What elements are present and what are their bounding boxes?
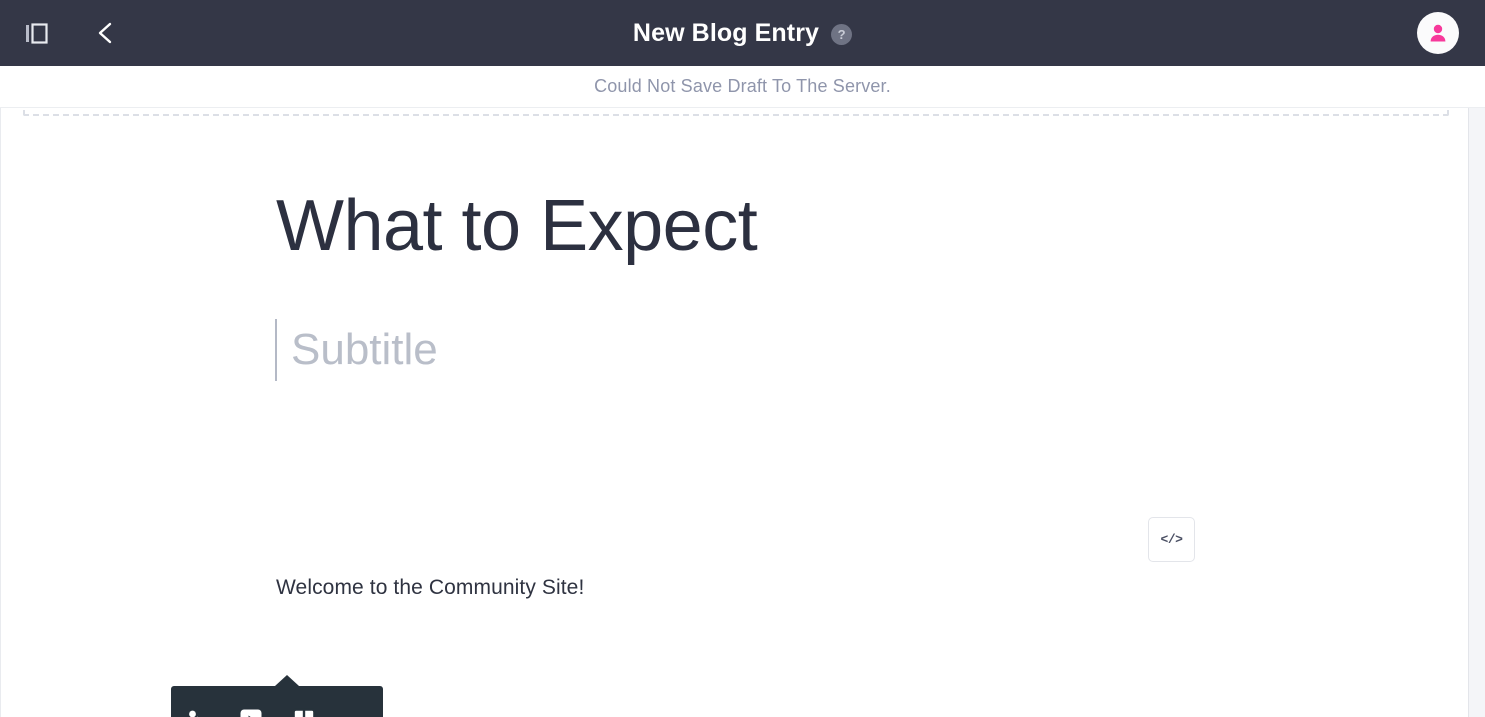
header-title-group: New Blog Entry ? xyxy=(0,0,1485,66)
insert-image-button[interactable] xyxy=(183,705,213,717)
back-button[interactable] xyxy=(86,13,126,53)
app-header: New Blog Entry ? xyxy=(0,0,1485,66)
code-icon: </> xyxy=(1160,532,1183,547)
insert-video-button[interactable] xyxy=(236,705,266,717)
insert-divider-button[interactable] xyxy=(342,705,372,717)
post-title[interactable]: What to Expect xyxy=(276,190,758,262)
header-left-group xyxy=(0,13,126,53)
subtitle-placeholder: Subtitle xyxy=(291,325,438,374)
divider-icon xyxy=(344,708,370,717)
image-icon xyxy=(188,710,198,717)
body-paragraph[interactable]: Welcome to the Community Site! xyxy=(276,576,584,600)
user-person-icon xyxy=(1430,24,1446,42)
back-chevron-icon xyxy=(98,22,112,44)
code-block-button[interactable]: </> xyxy=(1148,517,1195,562)
vertical-scrollbar[interactable] xyxy=(1468,108,1485,717)
notification-message: Could Not Save Draft To The Server. xyxy=(594,76,891,96)
insert-block-toolbar xyxy=(171,675,383,717)
insert-table-button[interactable] xyxy=(289,705,319,717)
subtitle-field[interactable]: Subtitle xyxy=(275,319,438,381)
header-right-group xyxy=(1417,12,1485,54)
sidebar-toggle-icon xyxy=(26,23,48,44)
page-title: New Blog Entry xyxy=(632,18,820,47)
avatar[interactable] xyxy=(1417,12,1459,54)
table-icon xyxy=(291,707,316,717)
help-icon[interactable]: ? xyxy=(831,24,853,45)
text-caret xyxy=(275,319,277,381)
notification-bar: Could Not Save Draft To The Server. xyxy=(0,66,1485,108)
editor-canvas[interactable]: What to Expect Subtitle </> Welcome to t… xyxy=(0,108,1468,717)
image-placeholder-block[interactable] xyxy=(23,108,1449,116)
video-icon xyxy=(240,709,261,717)
sidebar-toggle-button[interactable] xyxy=(16,13,56,53)
